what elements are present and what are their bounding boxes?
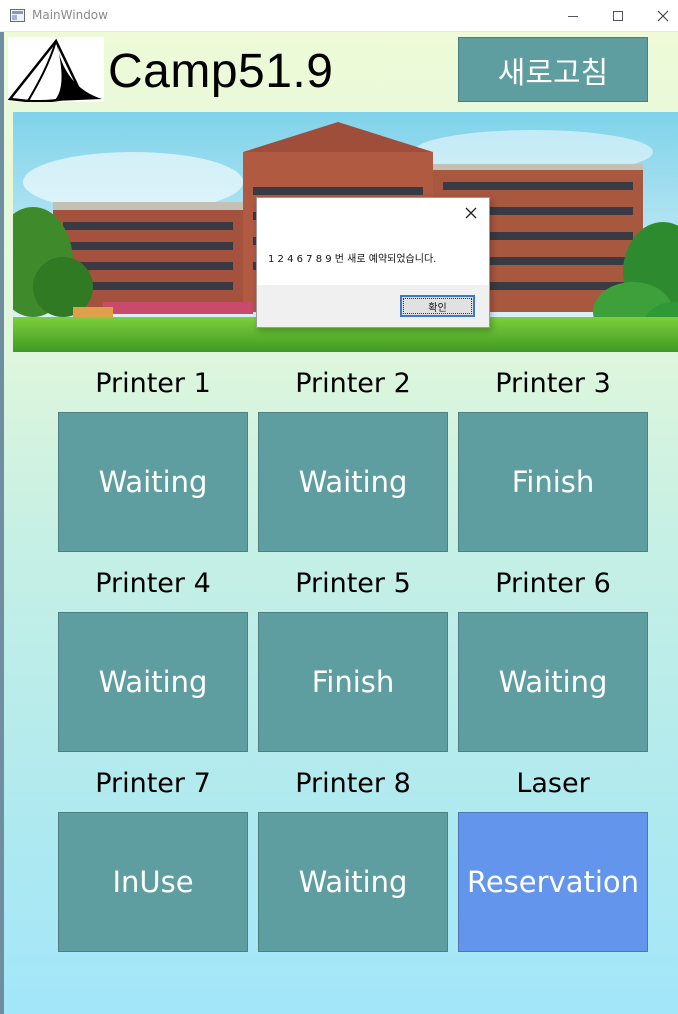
- device-status-button[interactable]: Waiting: [458, 612, 648, 752]
- minimize-icon: [568, 15, 578, 17]
- device-status-button[interactable]: Finish: [258, 612, 448, 752]
- device-status-button[interactable]: Waiting: [58, 612, 248, 752]
- device-status-button[interactable]: Reservation: [458, 812, 648, 952]
- device-label: Printer 8: [295, 768, 411, 799]
- app-title: Camp51.9: [108, 45, 334, 98]
- dialog-ok-label: 확인: [428, 302, 447, 314]
- dialog-footer: 확인: [257, 285, 489, 327]
- logo-icon: [7, 38, 102, 103]
- device-label: Printer 6: [495, 568, 611, 599]
- device-label: Printer 1: [95, 368, 211, 399]
- device-label: Laser: [516, 768, 590, 799]
- window-left-edge: [0, 32, 4, 1014]
- device-status-button[interactable]: Finish: [458, 412, 648, 552]
- dialog-ok-button[interactable]: 확인: [400, 295, 475, 317]
- close-window-button[interactable]: [640, 0, 678, 32]
- device-status-button[interactable]: Waiting: [258, 812, 448, 952]
- device-status-button[interactable]: Waiting: [58, 412, 248, 552]
- dialog-message: 1 2 4 6 7 8 9 번 새로 예약되었습니다.: [268, 254, 437, 265]
- dialog-close-button[interactable]: [461, 203, 481, 223]
- message-dialog: 1 2 4 6 7 8 9 번 새로 예약되었습니다. 확인: [256, 197, 490, 328]
- close-icon: [657, 10, 669, 22]
- device-label: Printer 2: [295, 368, 411, 399]
- device-label: Printer 4: [95, 568, 211, 599]
- logo: [7, 37, 104, 103]
- maximize-button[interactable]: [595, 0, 641, 32]
- device-label: Printer 7: [95, 768, 211, 799]
- device-status-button[interactable]: Waiting: [258, 412, 448, 552]
- app-window-icon: [10, 9, 25, 22]
- close-icon: [465, 207, 477, 219]
- device-label: Printer 5: [295, 568, 411, 599]
- minimize-button[interactable]: [550, 0, 596, 32]
- window-title: MainWindow: [32, 8, 108, 22]
- refresh-button[interactable]: 새로고침: [458, 37, 648, 102]
- window-titlebar: MainWindow: [0, 0, 678, 32]
- main-window-client: Camp51.9 새로고침 Printer 1 Printer 2 Printe…: [0, 32, 678, 1014]
- device-label: Printer 3: [495, 368, 611, 399]
- maximize-icon: [613, 11, 623, 21]
- device-status-button[interactable]: InUse: [58, 812, 248, 952]
